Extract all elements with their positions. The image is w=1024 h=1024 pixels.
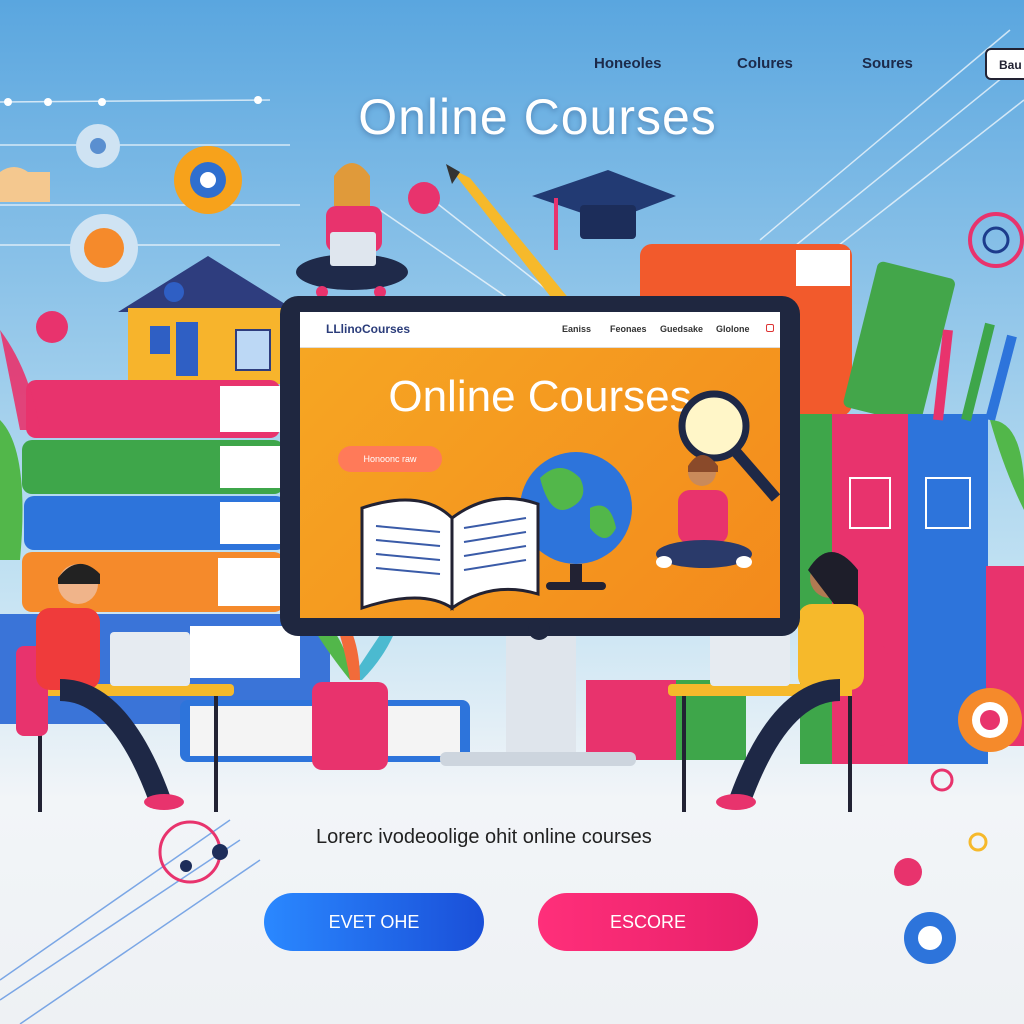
- nav-link-courses[interactable]: Colures: [737, 55, 793, 72]
- orange-dot-icon: [84, 228, 124, 268]
- screen-logo[interactable]: LLlinoCourses: [326, 322, 410, 336]
- open-book-icon: [360, 497, 540, 611]
- page-title: Online Courses: [358, 89, 717, 145]
- screen-nav-link[interactable]: Feonaes: [610, 324, 647, 334]
- nav-link-sources[interactable]: Soures: [862, 55, 913, 72]
- nav-link-home[interactable]: Honeoles: [594, 55, 662, 72]
- screen-nav-link[interactable]: Glolone: [716, 324, 750, 334]
- monitor-screen: LLlinoCourses Eaniss Feonaes Guedsake Gl…: [300, 312, 780, 618]
- gear-icon: [174, 146, 242, 214]
- screen-nav-link[interactable]: Eaniss: [562, 324, 591, 334]
- tagline: Lorerc ivodeoolige ohit online courses: [316, 826, 652, 848]
- secondary-cta-button[interactable]: ESCORE: [538, 893, 758, 951]
- monitor-power-dot: [528, 618, 550, 640]
- pink-dot-icon: [36, 311, 68, 343]
- monitor: LLlinoCourses Eaniss Feonaes Guedsake Gl…: [280, 296, 800, 640]
- nav-button[interactable]: Bau: [985, 48, 1024, 80]
- cloud-icon: [0, 167, 50, 202]
- sitting-student: [656, 455, 752, 568]
- screen-nav-link[interactable]: Guedsake: [660, 324, 703, 334]
- primary-cta-button[interactable]: EVET OHE: [264, 893, 484, 951]
- screen-hero: Online Courses Honoonc raw: [300, 348, 780, 618]
- screen-illustration: [360, 390, 780, 611]
- monitor-stand: [506, 636, 576, 754]
- screen-nav-bar: LLlinoCourses Eaniss Feonaes Guedsake Gl…: [300, 312, 780, 348]
- screen-menu-icon[interactable]: [766, 324, 774, 332]
